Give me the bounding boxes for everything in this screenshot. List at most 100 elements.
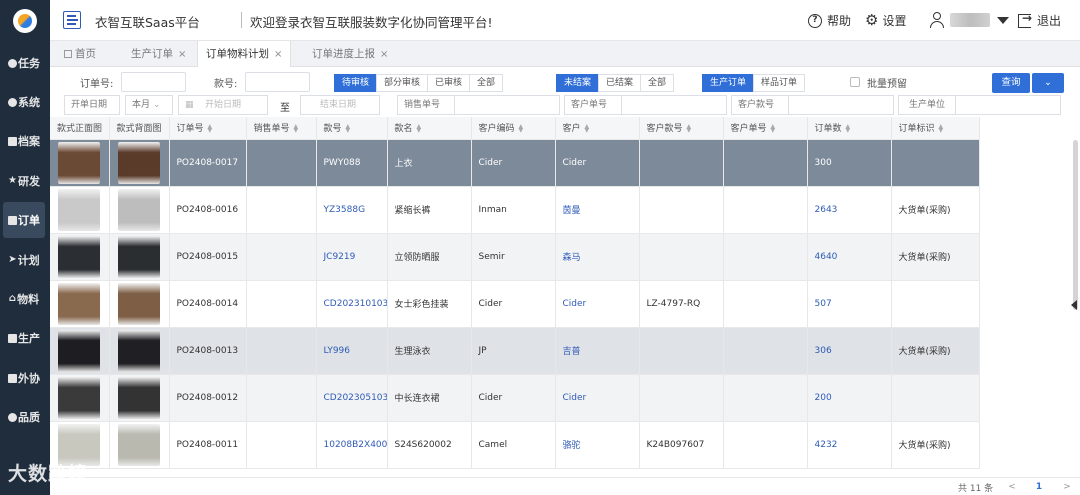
style-front-thumbnail[interactable] <box>58 235 101 278</box>
style-back-image-cell[interactable] <box>109 139 170 187</box>
audit-done-button[interactable]: 已审核 <box>427 74 471 92</box>
style-back-image-cell[interactable] <box>109 374 170 422</box>
start-date-input[interactable]: ▦ 开始日期 <box>178 95 268 115</box>
style-back-thumbnail[interactable] <box>118 282 160 325</box>
vertical-scrollbar[interactable] <box>1073 140 1078 310</box>
style-front-image-cell[interactable] <box>50 233 110 281</box>
style-front-image-cell[interactable] <box>50 139 110 187</box>
production-order-button[interactable]: 生产订单 <box>702 74 755 92</box>
sort-icon[interactable]: ▲ ▼ <box>846 123 851 133</box>
logout-button[interactable]: 退出 <box>1018 11 1061 29</box>
style-back-thumbnail[interactable] <box>118 376 160 419</box>
close-icon[interactable]: × <box>380 49 388 60</box>
style-back-image-cell[interactable] <box>109 186 170 234</box>
sort-icon[interactable]: ▲ ▼ <box>519 123 524 133</box>
production-unit-input[interactable] <box>955 95 1061 115</box>
sort-icon[interactable]: ▲ ▼ <box>294 123 299 133</box>
audit-pending-button[interactable]: 待审核 <box>334 74 378 92</box>
sidebar-item[interactable]: 任务 <box>3 45 45 81</box>
query-button[interactable]: 查询 <box>992 73 1030 93</box>
close-icon[interactable]: × <box>274 49 282 60</box>
username-blurred[interactable] <box>950 13 990 27</box>
sort-icon[interactable]: ▲ ▼ <box>687 123 692 133</box>
sort-icon[interactable]: ▲ ▼ <box>939 123 944 133</box>
column-header[interactable]: 订单数 ▲ ▼ <box>807 117 892 140</box>
sidebar-item[interactable]: 档案 <box>3 123 45 159</box>
column-header[interactable]: 客户 ▲ ▼ <box>555 117 640 140</box>
table-row[interactable]: PO2408-0015 JC9219 立领防晒服 Semir 森马 4640 大货单(采购) <box>50 233 980 281</box>
style-no-input[interactable] <box>245 72 310 92</box>
prev-page-button[interactable]: < <box>1005 480 1019 494</box>
customer-style-input[interactable] <box>788 95 894 115</box>
sidebar-item[interactable]: 外协 <box>3 360 45 396</box>
page-1-button[interactable]: 1 <box>1032 480 1046 494</box>
sidebar-item[interactable]: 订单 <box>3 202 45 238</box>
column-header[interactable]: 客户款号 ▲ ▼ <box>639 117 724 140</box>
user-avatar-icon[interactable] <box>929 10 945 30</box>
column-header[interactable]: 客户单号 ▲ ▼ <box>723 117 808 140</box>
style-front-thumbnail[interactable] <box>58 141 101 184</box>
sort-icon[interactable]: ▲ ▼ <box>585 123 590 133</box>
sidebar-item[interactable]: 生产 <box>3 320 45 356</box>
style-back-image-cell[interactable] <box>109 327 170 375</box>
table-row[interactable]: PO2408-0017 PWY088 上衣 Cider Cider 300 <box>50 139 980 187</box>
style-front-image-cell[interactable] <box>50 327 110 375</box>
column-header[interactable]: 订单号 ▲ ▼ <box>169 117 247 140</box>
table-row[interactable]: PO2408-0014 CD2023101039 女士彩色挂装 Cider Cider L… <box>50 280 980 328</box>
tab-order-progress[interactable]: 订单进度上报 × <box>304 41 396 67</box>
close-icon[interactable]: × <box>178 49 186 60</box>
style-back-thumbnail[interactable] <box>118 329 160 372</box>
customer-order-input[interactable] <box>621 95 727 115</box>
sidebar-item[interactable]: ➤ 计划 <box>3 242 45 278</box>
date-range-select[interactable]: 本月 ⌄ <box>125 95 173 115</box>
closed-case-button[interactable]: 已结案 <box>598 74 642 92</box>
next-page-button[interactable]: > <box>1060 480 1074 494</box>
sales-no-input[interactable] <box>454 95 560 115</box>
style-front-image-cell[interactable] <box>50 374 110 422</box>
order-no-input[interactable] <box>121 72 186 92</box>
sidebar-item[interactable]: 系统 <box>3 84 45 120</box>
table-row[interactable]: PO2408-0012 CD2023051030 中长连衣裙 Cider Cider 20… <box>50 374 980 422</box>
audit-all-button[interactable]: 全部 <box>469 74 504 92</box>
style-front-thumbnail[interactable] <box>58 282 101 325</box>
more-options-button[interactable]: ⌄ <box>1032 73 1064 93</box>
sort-icon[interactable]: ▲ ▼ <box>417 123 422 133</box>
sidebar-item[interactable]: ⌂ 物料 <box>3 281 45 317</box>
table-row[interactable]: PO2408-0011 10208B2X40035S24S620002Camel骆… <box>50 421 980 469</box>
style-back-thumbnail[interactable] <box>118 141 160 184</box>
style-front-image-cell[interactable] <box>50 280 110 328</box>
style-back-thumbnail[interactable] <box>118 188 160 231</box>
tab-production-order[interactable]: 生产订单 × <box>123 41 194 67</box>
audit-partial-button[interactable]: 部分审核 <box>376 74 429 92</box>
menu-toggle-icon[interactable] <box>63 11 81 29</box>
sort-icon[interactable]: ▲ ▼ <box>346 123 351 133</box>
style-back-image-cell[interactable] <box>109 421 170 469</box>
style-back-image-cell[interactable] <box>109 233 170 281</box>
style-back-image-cell[interactable] <box>109 280 170 328</box>
open-date-field[interactable]: 开单日期 <box>64 95 120 115</box>
settings-button[interactable]: ⚙ 设置 <box>865 12 906 29</box>
style-front-thumbnail[interactable] <box>58 329 101 372</box>
style-front-thumbnail[interactable] <box>58 188 101 231</box>
collapse-caret-icon[interactable] <box>1071 300 1077 310</box>
column-header[interactable]: 款名 ▲ ▼ <box>387 117 472 140</box>
app-logo[interactable] <box>0 0 50 42</box>
sort-icon[interactable]: ▲ ▼ <box>771 123 776 133</box>
style-back-thumbnail[interactable] <box>118 423 160 466</box>
table-row[interactable]: PO2408-0013 LY996 生理泳衣 JP 吉普 306 大货单(采购) <box>50 327 980 375</box>
column-header[interactable]: 款号 ▲ ▼ <box>316 117 388 140</box>
help-button[interactable]: ? 帮助 <box>808 12 851 29</box>
sort-icon[interactable]: ▲ ▼ <box>208 123 213 133</box>
column-header[interactable]: 客户编码 ▲ ▼ <box>471 117 556 140</box>
style-front-thumbnail[interactable] <box>58 376 101 419</box>
end-date-input[interactable]: 结束日期 <box>300 95 380 115</box>
style-back-thumbnail[interactable] <box>118 235 160 278</box>
sidebar-item[interactable]: ★ 研发 <box>3 163 45 199</box>
tab-home[interactable]: 首页 <box>56 41 104 67</box>
table-row[interactable]: PO2408-0016 YZ3588G 紧缩长裤 Inman 茵曼 2643 大货单(采购) <box>50 186 980 234</box>
case-all-button[interactable]: 全部 <box>640 74 675 92</box>
sidebar-item[interactable]: 品质 <box>3 399 45 435</box>
batch-reserve-checkbox[interactable] <box>850 77 860 87</box>
open-case-button[interactable]: 未结案 <box>556 74 600 92</box>
user-menu-chevron-icon[interactable] <box>997 17 1009 24</box>
